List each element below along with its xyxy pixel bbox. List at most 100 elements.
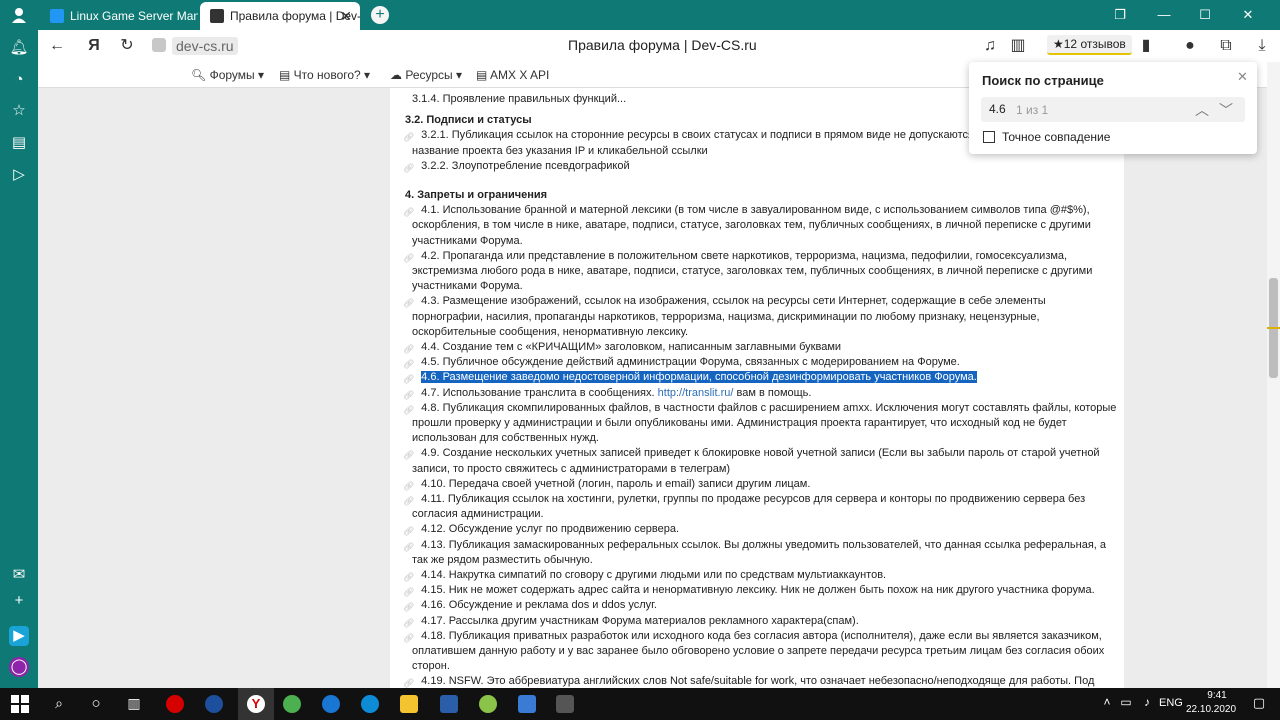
rule-text: сторон. (412, 660, 450, 672)
rule-text: согласия администрации. (412, 508, 544, 520)
rule-text: название проекта без указания IP и клика… (412, 145, 708, 157)
opera-icon[interactable] (166, 695, 184, 713)
rule-text: 4.8. Публикация скомпилированных файлов,… (421, 402, 1117, 414)
browser-sidebar: 🔔︎ ◔ ☆ ▤ ▷ ✉ + ▶ ◯ (0, 30, 38, 688)
edge-icon[interactable] (322, 695, 340, 713)
globe-app-icon[interactable] (479, 695, 497, 713)
lock-icon[interactable] (152, 38, 166, 52)
star-icon[interactable]: ☆ (9, 101, 29, 121)
bell-icon[interactable]: 🔔︎ (9, 38, 29, 58)
url-field[interactable]: dev-cs.ru (172, 37, 238, 55)
rule-text: 3.2.1. Публикация ссылок на сторонние ре… (421, 129, 974, 141)
rule-text: 4.1. Использование бранной и матерной ле… (421, 204, 1090, 216)
back-icon[interactable]: ← (47, 36, 67, 56)
new-tab-button[interactable]: + (371, 6, 389, 24)
bookmark-icon[interactable]: ▮ (1136, 36, 1156, 56)
rule-text: 4.4. Создание тем с «КРИЧАЩИМ» заголовко… (421, 341, 842, 353)
nav-amxx-api[interactable]: ▤ AMX X API (476, 68, 549, 82)
volume-icon[interactable]: ♪ (1138, 695, 1156, 713)
app-icon[interactable] (205, 695, 223, 713)
nav-whats-new[interactable]: ▤ Что нового? ▾ (279, 68, 370, 82)
minimize-icon[interactable]: — (1154, 5, 1174, 25)
history-icon[interactable]: ◔ (9, 70, 29, 90)
rule-line: 🔗︎ 4.1. Использование бранной и матерной… (403, 203, 1090, 218)
nav-resources[interactable]: ☁ Ресурсы ▾ (390, 68, 462, 82)
windows-start-icon[interactable] (11, 695, 29, 713)
tab-manager-icon[interactable]: ❐ (1110, 5, 1130, 25)
profile-icon[interactable] (10, 6, 28, 24)
remote-desktop-icon[interactable] (518, 695, 536, 713)
language-indicator[interactable]: ENG (1159, 697, 1183, 709)
chevron-down-icon[interactable]: ﹀ (1219, 100, 1233, 120)
rule-line: экстремизма любого рода в нике, аватаре,… (412, 264, 1092, 279)
anchor-link-icon[interactable]: 🔗︎ (403, 130, 414, 145)
messenger-icon[interactable]: ▶ (9, 626, 29, 646)
rule-line: 🔗︎ 4.5. Публичное обсуждение действий ад… (403, 355, 960, 370)
nav-forums[interactable]: 🔍︎ Форумы ▾ (191, 68, 264, 82)
rule-line: 🔗︎ 4.7. Использование транслита в сообще… (403, 386, 812, 401)
clock-time[interactable]: 9:41 (1202, 690, 1232, 701)
network-icon[interactable]: ▭ (1117, 695, 1135, 713)
protect-icon[interactable]: ● (1180, 36, 1200, 56)
close-icon[interactable]: ✕ (1237, 69, 1248, 85)
extensions-icon[interactable]: ⧉ (1216, 36, 1236, 56)
tray-chevron-icon[interactable]: ˄ (1098, 695, 1116, 713)
find-title: Поиск по странице (982, 73, 1104, 88)
rule-line: согласия администрации. (412, 507, 544, 522)
file-explorer-icon[interactable] (400, 695, 418, 713)
tab-linux-game-server[interactable]: Linux Game Server Manage (40, 2, 198, 30)
alice-icon[interactable]: ◯ (9, 657, 29, 677)
scrollbar[interactable] (1267, 62, 1280, 688)
rule-line: 🔗︎ 4.12. Обсуждение услуг по продвижению… (403, 522, 679, 537)
rule-text: вам в помощь. (733, 387, 812, 399)
reviews-badge[interactable]: ★12 отзывов (1047, 35, 1132, 55)
edge-legacy-icon[interactable] (361, 695, 379, 713)
collections-icon[interactable]: ▤ (9, 133, 29, 153)
reload-icon[interactable]: ↻ (117, 36, 137, 56)
clock-date[interactable]: 22.10.2020 (1186, 704, 1236, 715)
mail-icon[interactable]: ✉ (9, 565, 29, 585)
network-app-icon[interactable] (440, 695, 458, 713)
close-icon[interactable]: ✕ (340, 8, 352, 25)
anchor-link-icon[interactable]: 🔗︎ (403, 372, 414, 387)
anchor-link-icon[interactable]: 🔗︎ (403, 296, 414, 311)
chrome-icon[interactable] (283, 695, 301, 713)
rule-line: название проекта без указания IP и клика… (412, 144, 708, 159)
tab-forum-rules[interactable]: Правила форума | Dev- ✕ (200, 2, 360, 30)
cortana-icon[interactable]: ○ (87, 695, 105, 713)
anchor-link-icon[interactable]: 🔗︎ (403, 600, 414, 615)
rule-line: участниками Форума. (412, 234, 523, 249)
anchor-link-icon[interactable]: 🔗︎ (403, 676, 414, 688)
notifications-icon[interactable]: ▢ (1250, 695, 1268, 713)
search-icon[interactable]: ⌕ (50, 695, 68, 713)
maximize-icon[interactable]: ☐ (1195, 5, 1215, 25)
reader-icon[interactable]: ▥ (1008, 36, 1028, 56)
headphones-icon[interactable]: ♫ (980, 36, 1000, 56)
find-input[interactable]: 4.6 1 из 1 ︿ ﹀ (981, 97, 1245, 122)
anchor-link-icon[interactable]: 🔗︎ (403, 161, 414, 176)
rule-line: оплатившем данную работу и у вас заранее… (412, 644, 1104, 659)
rule-text: 4.3. Размещение изображений, ссылок на и… (421, 295, 1046, 307)
address-bar: ← Я ↻ dev-cs.ru Правила форума | Dev-CS.… (38, 30, 1280, 62)
app-window-icon[interactable] (556, 695, 574, 713)
anchor-link-icon[interactable]: 🔗︎ (403, 524, 414, 539)
task-view-icon[interactable]: ▥ (125, 695, 143, 713)
rule-line: 🔗︎ 4.18. Публикация приватных разработок… (403, 629, 1102, 644)
chevron-up-icon[interactable]: ︿ (1195, 100, 1209, 120)
section-heading: 3.2. Подписи и статусы (405, 113, 532, 128)
rule-line: 🔗︎ 4.15. Ник не может содержать адрес са… (403, 583, 1095, 598)
yandex-browser-taskbar-icon[interactable]: Y (238, 688, 274, 720)
rule-line: 🔗︎ 4.10. Передача своей учетной (логин, … (403, 477, 810, 492)
window-close-icon[interactable]: ✕ (1238, 5, 1258, 25)
add-icon[interactable]: + (9, 591, 29, 611)
exact-match-checkbox[interactable] (983, 131, 995, 143)
translit-link[interactable]: http://translit.ru/ (658, 387, 734, 399)
yandex-icon[interactable]: Я (84, 36, 104, 56)
rule-line: 🔗︎ 4.4. Создание тем с «КРИЧАЩИМ» заголо… (403, 340, 842, 355)
play-icon[interactable]: ▷ (9, 165, 29, 185)
rule-line: оскорбительные сообщения, ненормативную … (412, 325, 688, 340)
rule-line: 🔗︎ 4.3. Размещение изображений, ссылок н… (403, 294, 1046, 309)
download-icon[interactable]: ⤓ (1252, 36, 1272, 56)
rule-line: записи, то просто свяжитесь с администра… (412, 462, 730, 477)
anchor-link-icon[interactable]: 🔗︎ (403, 448, 414, 463)
